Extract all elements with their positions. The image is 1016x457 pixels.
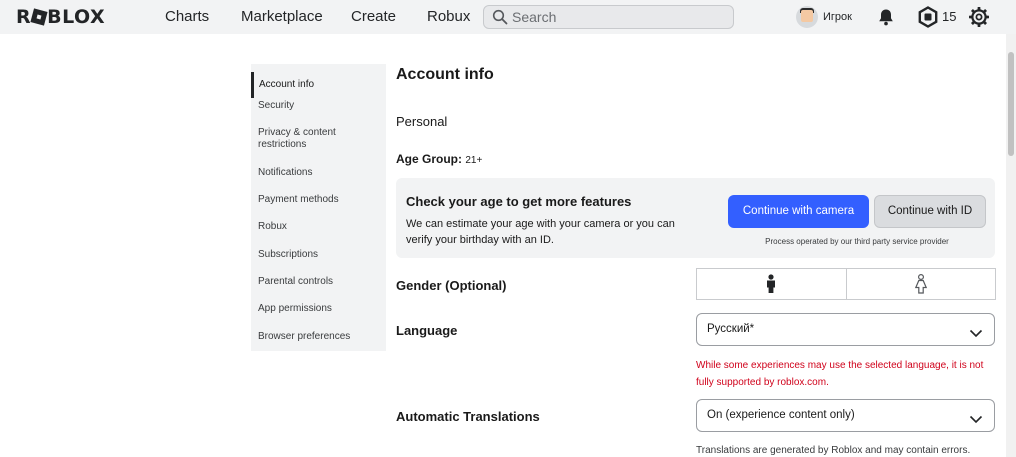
- search-input[interactable]: [512, 8, 722, 26]
- gender-male-option[interactable]: [697, 269, 846, 299]
- sidebar-item-browser-preferences[interactable]: Browser preferences: [251, 331, 386, 343]
- language-select[interactable]: Русский*: [696, 313, 995, 346]
- chevron-down-icon: [969, 411, 983, 429]
- page-title: Account info: [396, 66, 494, 83]
- translations-note: Translations are generated by Roblox and…: [696, 445, 971, 456]
- language-value: Русский*: [707, 323, 755, 335]
- username[interactable]: Игрок: [823, 11, 852, 23]
- search-bar[interactable]: [483, 5, 734, 29]
- third-party-note: Process operated by our third party serv…: [765, 237, 949, 246]
- sidebar-item-account-info[interactable]: Account info: [251, 72, 386, 98]
- gear-icon[interactable]: [968, 6, 990, 33]
- section-personal: Personal: [396, 114, 448, 129]
- nav-marketplace[interactable]: Marketplace: [241, 8, 323, 25]
- translations-value: On (experience content only): [707, 409, 855, 421]
- robux-icon[interactable]: [917, 6, 939, 33]
- scrollbar-thumb[interactable]: [1008, 52, 1014, 156]
- nav-robux[interactable]: Robux: [427, 8, 470, 25]
- sidebar-item-notifications[interactable]: Notifications: [251, 167, 386, 179]
- translations-select[interactable]: On (experience content only): [696, 399, 995, 432]
- age-check-description: We can estimate your age with your camer…: [406, 218, 675, 246]
- bell-icon[interactable]: [876, 7, 896, 32]
- male-icon: [764, 274, 778, 299]
- translations-label: Automatic Translations: [396, 409, 540, 424]
- avatar[interactable]: [796, 6, 818, 28]
- sidebar-item-parental-controls[interactable]: Parental controls: [251, 276, 386, 288]
- sidebar-item-app-permissions[interactable]: App permissions: [251, 303, 386, 315]
- continue-with-camera-button[interactable]: Continue with camera: [728, 195, 869, 228]
- language-label: Language: [396, 323, 458, 338]
- gender-selector: [696, 268, 996, 300]
- roblox-logo[interactable]: R BLOX: [16, 6, 105, 28]
- female-icon: [914, 273, 928, 299]
- language-warning: While some experiences may use the selec…: [696, 360, 984, 388]
- sidebar-item-security[interactable]: Security: [251, 100, 386, 112]
- settings-sidebar: Account info Security Privacy & content …: [251, 64, 386, 351]
- age-check-card: Check your age to get more features We c…: [396, 178, 995, 258]
- top-navigation-bar: RBLOX Charts Marketplace Create Robux Иг…: [0, 0, 1016, 34]
- age-group-value: 21+: [465, 155, 483, 166]
- continue-with-id-button[interactable]: Continue with ID: [874, 195, 986, 228]
- chevron-down-icon: [969, 325, 983, 343]
- age-group: Age Group: 21+: [396, 152, 482, 166]
- robux-balance[interactable]: 15: [942, 9, 956, 24]
- sidebar-item-subscriptions[interactable]: Subscriptions: [251, 249, 386, 261]
- gender-female-option[interactable]: [847, 269, 996, 299]
- sidebar-item-robux[interactable]: Robux: [251, 221, 386, 233]
- search-icon: [492, 9, 508, 30]
- sidebar-item-privacy[interactable]: Privacy & content restrictions: [251, 127, 371, 151]
- age-check-title: Check your age to get more features: [406, 194, 632, 209]
- nav-charts[interactable]: Charts: [165, 8, 209, 25]
- age-group-label: Age Group:: [396, 152, 462, 166]
- nav-create[interactable]: Create: [351, 8, 396, 25]
- gender-label: Gender (Optional): [396, 278, 507, 293]
- sidebar-item-payment-methods[interactable]: Payment methods: [251, 194, 386, 206]
